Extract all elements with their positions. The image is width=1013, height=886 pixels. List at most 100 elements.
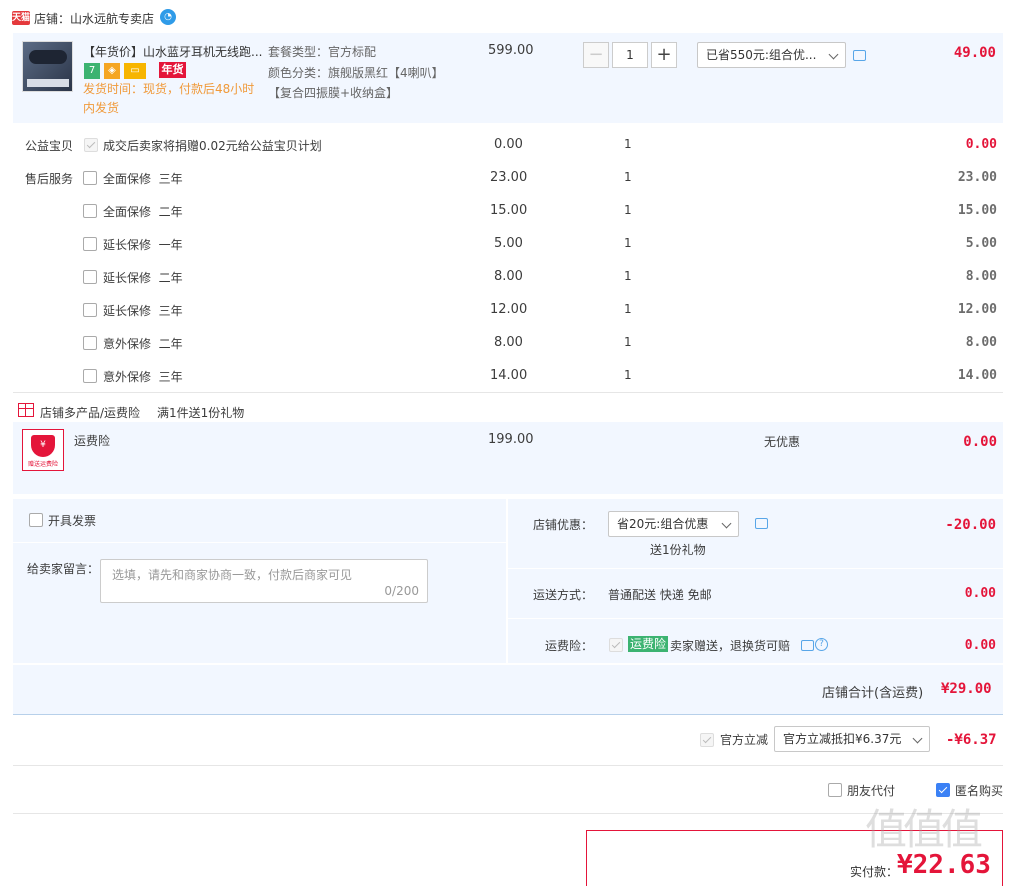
charity-checkbox	[84, 138, 98, 152]
freight-insurance-image[interactable]: ¥ 赠送运费险	[22, 429, 64, 471]
service-qty: 1	[624, 368, 632, 382]
service-checkbox[interactable]	[83, 369, 97, 383]
service-total: 8.00	[965, 335, 997, 350]
shop-name[interactable]: 店铺：山水远航专卖店	[34, 10, 154, 27]
chevron-down-icon	[828, 49, 839, 60]
message-label: 给卖家留言：	[27, 562, 100, 576]
freight-checkbox	[609, 638, 623, 652]
ship-note: 发货时间：现货，付款后48小时内发货	[83, 82, 255, 115]
service-qty: 1	[624, 269, 632, 283]
service-total: 12.00	[957, 302, 997, 317]
chevron-down-icon	[912, 733, 923, 744]
qty-input[interactable]: 1	[612, 42, 648, 68]
friend-pay-label: 朋友代付	[847, 784, 896, 798]
wangwang-chat-icon[interactable]: ◔	[160, 9, 176, 25]
freight-item-name: 运费险	[74, 434, 111, 448]
service-qty: 1	[624, 335, 632, 349]
charity-text: 成交后卖家将捐赠0.02元给公益宝贝计划	[103, 139, 322, 153]
product-title[interactable]: 【年货价】山水蓝牙耳机无线跑...	[83, 43, 262, 60]
service-checkbox[interactable]	[83, 237, 97, 251]
charity-qty: 1	[624, 137, 632, 151]
shop-discount-total: -20.00	[945, 517, 996, 533]
color-label: 颜色分类：	[268, 66, 329, 80]
service-total: 14.00	[957, 368, 997, 383]
service-price: 23.00	[490, 170, 528, 185]
qty-decrease-button[interactable]: −	[583, 42, 609, 68]
help-icon[interactable]: ?	[815, 638, 828, 651]
divider	[13, 813, 1003, 814]
promo-header: 店铺多产品/运费险	[40, 406, 141, 420]
freight-label: 运费险：	[545, 639, 594, 653]
freight-item-total: 0.00	[963, 434, 997, 450]
service-checkbox[interactable]	[83, 336, 97, 350]
product-total: 49.00	[953, 45, 996, 61]
message-textarea[interactable]: 选填，请先和商家协商一致，付款后商家可见 0/200	[100, 559, 428, 603]
freight-badge: 运费险	[628, 636, 669, 652]
service-name: 全面保修 二年	[103, 205, 183, 219]
message-icon[interactable]	[755, 518, 768, 529]
official-discount-total: -¥6.37	[946, 732, 997, 748]
service-qty: 1	[624, 203, 632, 217]
shop-sum-value: ¥29.00	[941, 681, 992, 697]
tmall-badge: 天猫	[12, 11, 31, 25]
chevron-down-icon	[721, 518, 732, 529]
freight-item-discount: 无优惠	[764, 435, 801, 449]
service-qty: 1	[624, 170, 632, 184]
charity-total: 0.00	[965, 137, 997, 152]
color-value: 旗舰版黑红【4喇叭】	[328, 66, 444, 80]
service-checkbox[interactable]	[83, 270, 97, 284]
product-discount-value: 已省550元:组合优...	[706, 48, 817, 62]
service-name: 延长保修 一年	[103, 238, 183, 252]
freight-image-text: 赠送运费险	[27, 461, 58, 468]
aftersale-label: 售后服务	[25, 172, 74, 186]
guarantee-icon: ◈	[104, 63, 120, 79]
shop-discount-value: 省20元:组合优惠	[617, 517, 709, 531]
product-thumbnail[interactable]	[22, 41, 73, 92]
shop-sum-label: 店铺合计(含运费)	[822, 686, 924, 701]
service-price: 8.00	[494, 269, 523, 284]
year-goods-badge: 年货	[159, 62, 186, 78]
message-icon[interactable]	[853, 50, 866, 61]
service-price: 14.00	[490, 368, 528, 383]
service-checkbox[interactable]	[83, 171, 97, 185]
invoice-checkbox[interactable]	[29, 513, 43, 527]
package-type-label: 套餐类型：	[268, 45, 329, 59]
freight-total: 0.00	[964, 638, 996, 653]
service-total: 15.00	[957, 203, 997, 218]
service-name: 意外保修 三年	[103, 370, 183, 384]
message-icon[interactable]	[801, 640, 814, 651]
friend-pay-checkbox[interactable]	[828, 783, 842, 797]
service-total: 23.00	[957, 170, 997, 185]
anonymous-checkbox[interactable]	[936, 783, 950, 797]
service-qty: 1	[624, 236, 632, 250]
service-checkbox[interactable]	[83, 303, 97, 317]
service-price: 15.00	[490, 203, 528, 218]
product-discount-select[interactable]: 已省550元:组合优...	[697, 42, 846, 68]
shop-discount-gift: 送1份礼物	[650, 543, 706, 557]
qty-increase-button[interactable]: +	[651, 42, 677, 68]
shipping-label: 运送方式：	[533, 588, 594, 602]
invoice-label: 开具发票	[48, 514, 97, 528]
payment-amount: ¥22.63	[897, 850, 991, 880]
service-total: 5.00	[965, 236, 997, 251]
service-name: 延长保修 二年	[103, 271, 183, 285]
freight-item-price: 199.00	[488, 432, 534, 447]
service-total: 8.00	[965, 269, 997, 284]
service-checkbox[interactable]	[83, 204, 97, 218]
official-discount-select[interactable]: 官方立减抵扣¥6.37元	[774, 726, 930, 752]
message-count: 0/200	[384, 584, 419, 598]
product-price: 599.00	[488, 43, 534, 58]
shipping-total: 0.00	[964, 586, 996, 601]
service-price: 12.00	[490, 302, 528, 317]
seven-day-return-icon: 7	[84, 63, 100, 79]
service-qty: 1	[624, 302, 632, 316]
credit-card-icon: ▭	[124, 63, 146, 79]
service-name: 延长保修 三年	[103, 304, 183, 318]
shop-discount-label: 店铺优惠：	[533, 518, 594, 532]
divider	[13, 714, 1003, 715]
shop-discount-select[interactable]: 省20元:组合优惠	[608, 511, 739, 537]
payment-label: 实付款：	[850, 865, 899, 879]
service-name: 意外保修 二年	[103, 337, 183, 351]
anonymous-label: 匿名购买	[955, 784, 1004, 798]
service-price: 5.00	[494, 236, 523, 251]
